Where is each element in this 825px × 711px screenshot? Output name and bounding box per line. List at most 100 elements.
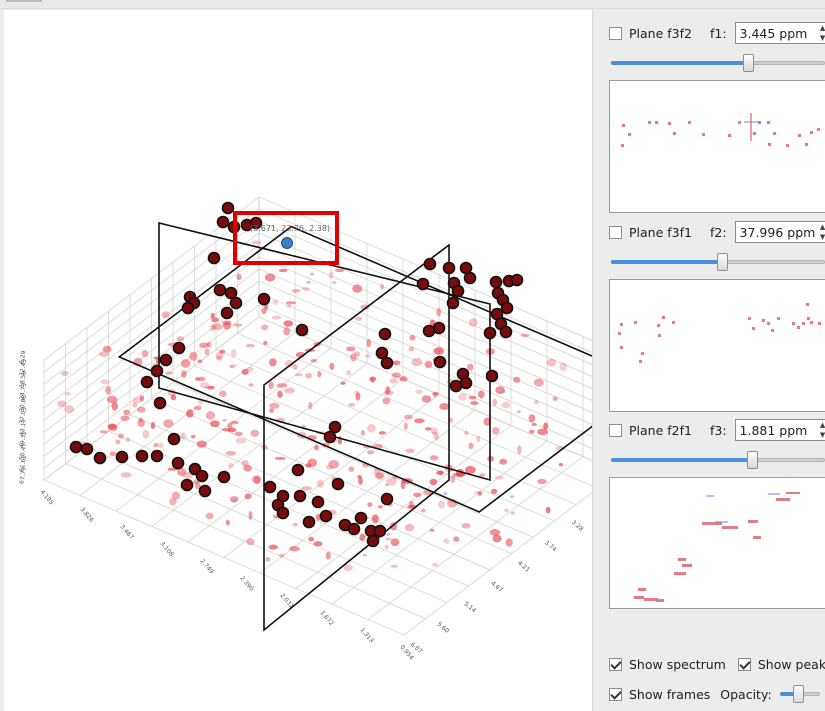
peak-marker[interactable] — [257, 292, 271, 306]
peak-marker[interactable] — [217, 470, 231, 484]
plane-f3f2-checkbox[interactable] — [609, 26, 622, 40]
opacity-slider[interactable] — [779, 685, 820, 703]
selected-peak-marker[interactable] — [281, 237, 293, 249]
peak-marker[interactable] — [311, 495, 325, 509]
peak-marker[interactable] — [442, 261, 456, 275]
spectrum-blob — [366, 450, 375, 455]
spectrum-3d-view[interactable]: 6.2912.4318.5824.7330.8837.0343.1749.325… — [4, 10, 593, 711]
f3-spinbox[interactable]: 1.881 ppm ▲ ▼ — [734, 419, 825, 441]
f2-slider-handle[interactable] — [717, 253, 728, 271]
peak-marker[interactable] — [159, 353, 173, 367]
peak-marker[interactable] — [69, 440, 83, 454]
peak-marker[interactable] — [93, 451, 107, 465]
spectrum-3d-canvas[interactable]: 6.2912.4318.5824.7330.8837.0343.1749.325… — [4, 10, 592, 711]
peak-marker[interactable] — [140, 375, 154, 389]
peak-marker[interactable] — [172, 341, 186, 355]
peak-marker[interactable] — [483, 326, 497, 340]
peak-marker[interactable] — [433, 355, 447, 369]
spectrum-blob — [467, 363, 474, 371]
peak-marker[interactable] — [366, 534, 380, 548]
peak-marker[interactable] — [180, 478, 194, 492]
tab-indicator[interactable] — [6, 0, 42, 2]
show-spectrum-label: Show spectrum — [629, 657, 726, 672]
spectrum-blob — [366, 338, 371, 348]
show-frames-option[interactable]: Show frames — [609, 687, 710, 702]
peak-marker[interactable] — [416, 277, 430, 291]
peak-marker[interactable] — [489, 275, 503, 289]
plane-f3f1-checkbox[interactable] — [609, 225, 622, 239]
peak-marker[interactable] — [485, 369, 499, 383]
peak-marker[interactable] — [153, 396, 167, 410]
spin-arrows-icon[interactable]: ▲ ▼ — [817, 23, 825, 43]
show-peaks-checkbox[interactable] — [737, 658, 751, 671]
preview-signal — [620, 323, 623, 326]
peak-marker[interactable] — [195, 469, 209, 483]
spin-arrows-icon[interactable]: ▲ ▼ — [817, 420, 825, 440]
tick-label-f3: 2.390 — [238, 575, 255, 593]
peak-marker[interactable] — [446, 296, 460, 310]
peak-marker[interactable] — [198, 484, 212, 498]
peak-marker[interactable] — [422, 324, 436, 338]
spectrum-blob — [57, 400, 67, 408]
peak-marker[interactable] — [451, 284, 465, 298]
peak-marker[interactable] — [150, 364, 164, 378]
peak-marker[interactable] — [150, 449, 164, 463]
show-spectrum-checkbox[interactable] — [609, 658, 622, 671]
peak-marker[interactable] — [263, 480, 277, 494]
spectrum-blob — [404, 523, 415, 532]
f1-spinbox[interactable]: 3.445 ppm ▲ ▼ — [734, 22, 825, 44]
spectrum-blob — [429, 478, 438, 486]
peak-marker[interactable] — [213, 283, 227, 297]
peak-marker[interactable] — [373, 524, 387, 538]
f2-spinbox[interactable]: 37.996 ppm ▲ ▼ — [734, 221, 825, 243]
peak-marker[interactable] — [291, 463, 305, 477]
peak-marker[interactable] — [380, 492, 394, 506]
f3-slider-handle[interactable] — [747, 451, 758, 469]
peak-marker[interactable] — [319, 509, 333, 523]
peak-marker[interactable] — [380, 356, 394, 370]
show-peaks-option[interactable]: Show peaks — [737, 657, 825, 672]
peak-marker[interactable] — [80, 442, 94, 456]
show-spectrum-option[interactable]: Show spectrum — [609, 657, 726, 672]
peak-marker[interactable] — [171, 456, 185, 470]
peak-marker[interactable] — [135, 449, 149, 463]
peak-marker[interactable] — [220, 306, 234, 320]
peak-marker[interactable] — [181, 301, 195, 315]
peak-marker[interactable] — [115, 450, 129, 464]
spectrum-blob — [181, 370, 187, 378]
plane-f2f1-checkbox[interactable] — [609, 423, 622, 437]
f1-slider[interactable] — [611, 54, 825, 72]
peak-marker[interactable] — [423, 257, 437, 271]
peak-marker[interactable] — [499, 325, 513, 339]
peak-marker[interactable] — [463, 271, 477, 285]
peak-marker[interactable] — [510, 273, 524, 287]
spectrum-blob — [491, 427, 500, 435]
peak-marker[interactable] — [221, 201, 235, 215]
peak-marker[interactable] — [293, 489, 307, 503]
peak-marker[interactable] — [276, 506, 290, 520]
peak-marker[interactable] — [378, 327, 392, 341]
f3-slider[interactable] — [611, 451, 825, 469]
spin-arrows-icon[interactable]: ▲ ▼ — [817, 222, 825, 242]
opacity-slider-handle[interactable] — [792, 685, 804, 703]
peak-marker[interactable] — [328, 420, 342, 434]
spectrum-blob — [367, 423, 376, 433]
show-frames-checkbox[interactable] — [609, 687, 622, 701]
peak-marker[interactable] — [449, 379, 463, 393]
peak-marker[interactable] — [229, 296, 243, 310]
spectrum-blob — [205, 512, 214, 520]
spectrum-blob — [305, 280, 312, 284]
spectrum-blob — [468, 442, 474, 450]
peak-marker[interactable] — [167, 432, 181, 446]
peak-marker[interactable] — [302, 515, 316, 529]
peak-marker[interactable] — [347, 522, 361, 536]
peak-marker[interactable] — [207, 251, 221, 265]
spectrum-blob — [115, 439, 121, 445]
peak-marker[interactable] — [295, 323, 309, 337]
peak-marker[interactable] — [500, 301, 514, 315]
f2-slider[interactable] — [611, 253, 825, 271]
peak-marker[interactable] — [331, 477, 345, 491]
f1-slider-handle[interactable] — [743, 54, 754, 72]
peak-marker[interactable] — [216, 215, 230, 229]
peak-marker[interactable] — [354, 511, 368, 525]
